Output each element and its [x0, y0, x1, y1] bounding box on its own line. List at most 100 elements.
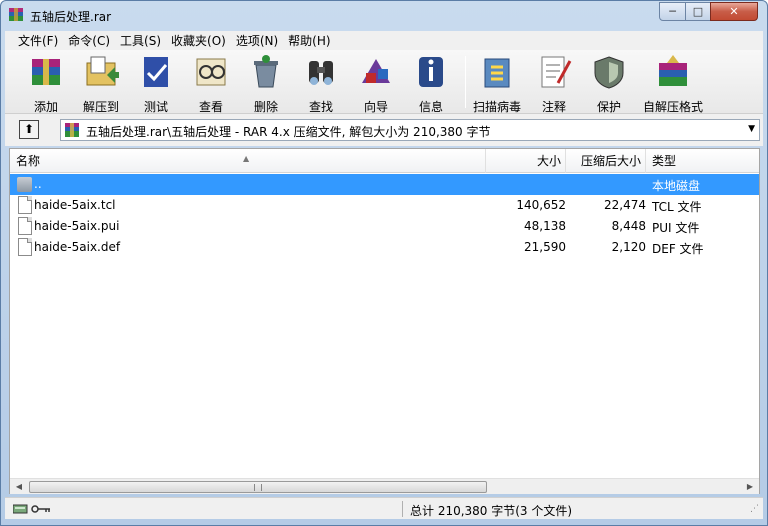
column-type[interactable]: 类型 [646, 149, 759, 173]
table-row[interactable]: haide-5aix.pui 48,138 8,448 PUI 文件 [10, 216, 759, 237]
info-label: 信息 [418, 100, 443, 114]
menu-help[interactable]: 帮助(H) [283, 32, 335, 49]
archive-icon [65, 123, 79, 137]
comment-button[interactable]: 注释 [527, 53, 581, 115]
scroll-left-button[interactable]: ◀ [11, 480, 27, 494]
row-type: 本地磁盘 [652, 179, 701, 193]
extract-to-label: 解压到 [82, 100, 119, 114]
virus-scan-button[interactable]: 扫描病毒 [470, 53, 524, 115]
virus-scan-icon [484, 58, 510, 88]
view-icon [196, 58, 226, 86]
row-name: haide-5aix.pui [34, 219, 120, 233]
column-packed-label: 压缩后大小 [580, 154, 641, 168]
scroll-right-button[interactable]: ▶ [742, 480, 758, 494]
file-icon [18, 217, 32, 235]
scroll-grip-icon [254, 484, 262, 491]
delete-button[interactable]: 删除 [239, 53, 293, 115]
menu-file[interactable]: 文件(F) [13, 32, 63, 49]
row-type: DEF 文件 [652, 242, 704, 256]
winrar-window: 五轴后处理.rar ─ □ ✕ 文件(F) 命令(C) 工具(S) 收藏夹(O)… [0, 0, 768, 526]
column-size[interactable]: 大小 [486, 149, 566, 173]
row-size: 140,652 [516, 198, 566, 212]
resize-grip-icon[interactable]: ⋰ [750, 504, 759, 514]
status-bar: 总计 210,380 字节(3 个文件) ⋰ [5, 497, 763, 519]
status-summary: 总计 210,380 字节(3 个文件) [410, 504, 573, 518]
find-icon [309, 61, 333, 85]
up-folder-button[interactable]: ⬆ [19, 120, 39, 139]
winrar-app-icon [9, 8, 23, 21]
row-name: haide-5aix.def [34, 240, 121, 254]
comment-icon [541, 56, 572, 88]
info-button[interactable]: 信息 [404, 53, 458, 115]
table-row[interactable]: haide-5aix.def 21,590 2,120 DEF 文件 [10, 237, 759, 258]
window-title: 五轴后处理.rar [30, 10, 112, 24]
view-label: 查看 [198, 100, 223, 114]
column-size-label: 大小 [536, 154, 561, 168]
file-icon [18, 196, 32, 214]
view-button[interactable]: 查看 [184, 53, 238, 115]
parent-folder-icon [17, 177, 32, 192]
info-icon [419, 57, 443, 87]
file-list[interactable]: 名称 ▲ 大小 压缩后大小 类型 .. 本地磁盘 haide-5aix.tcl … [9, 148, 760, 494]
extract-to-button[interactable]: 解压到 [74, 53, 128, 115]
row-size: 48,138 [524, 219, 566, 233]
sfx-icon [659, 55, 687, 86]
column-type-label: 类型 [652, 154, 677, 168]
wizard-icon [362, 59, 390, 83]
delete-icon [254, 55, 278, 88]
find-button[interactable]: 查找 [294, 53, 348, 115]
drive-key-icon[interactable] [13, 503, 53, 515]
wizard-label: 向导 [363, 100, 388, 114]
column-name[interactable]: 名称 ▲ [10, 149, 486, 173]
extract-to-icon [86, 56, 119, 86]
title-bar[interactable]: 五轴后处理.rar ─ □ ✕ [1, 1, 767, 31]
menu-favorites[interactable]: 收藏夹(O) [166, 32, 231, 49]
test-icon [144, 57, 168, 87]
find-label: 查找 [308, 100, 333, 114]
menu-options[interactable]: 选项(N) [231, 32, 283, 49]
protect-icon [594, 56, 624, 89]
file-icon [18, 238, 32, 256]
table-row[interactable]: haide-5aix.tcl 140,652 22,474 TCL 文件 [10, 195, 759, 216]
scroll-thumb[interactable] [29, 481, 487, 493]
toolbar: 添加 解压到 测试 查看 删除 查找 向导 信息 扫描病毒 注释 保护 自解压格… [5, 50, 763, 114]
minimize-button[interactable]: ─ [659, 2, 686, 21]
column-packed[interactable]: 压缩后大小 [566, 149, 646, 173]
horizontal-scrollbar[interactable]: ◀ ▶ [10, 478, 759, 494]
status-separator [402, 501, 403, 517]
add-button[interactable]: 添加 [19, 53, 73, 115]
table-row-parent[interactable]: .. 本地磁盘 [10, 174, 759, 195]
menu-commands[interactable]: 命令(C) [63, 32, 115, 49]
protect-label: 保护 [596, 100, 621, 114]
add-archive-icon [32, 59, 60, 85]
comment-label: 注释 [541, 100, 566, 114]
wizard-button[interactable]: 向导 [349, 53, 403, 115]
column-name-label: 名称 [16, 154, 41, 168]
row-packed: 2,120 [611, 240, 646, 254]
file-rows: .. 本地磁盘 haide-5aix.tcl 140,652 22,474 TC… [10, 174, 759, 258]
row-type: TCL 文件 [652, 200, 702, 214]
test-button[interactable]: 测试 [129, 53, 183, 115]
delete-label: 删除 [253, 100, 278, 114]
sfx-label: 自解压格式 [642, 100, 703, 114]
row-type: PUI 文件 [652, 221, 700, 235]
row-packed: 22,474 [604, 198, 646, 212]
protect-button[interactable]: 保护 [582, 53, 636, 115]
address-bar: ⬆ 五轴后处理.rar\五轴后处理 - RAR 4.x 压缩文件, 解包大小为 … [5, 114, 763, 146]
close-button[interactable]: ✕ [710, 2, 758, 21]
row-size: 21,590 [524, 240, 566, 254]
maximize-button[interactable]: □ [685, 2, 711, 21]
row-name: .. [34, 177, 42, 191]
path-combobox[interactable]: 五轴后处理.rar\五轴后处理 - RAR 4.x 压缩文件, 解包大小为 21… [60, 119, 760, 141]
test-label: 测试 [143, 100, 168, 114]
row-packed: 8,448 [611, 219, 646, 233]
column-header: 名称 ▲ 大小 压缩后大小 类型 [10, 149, 759, 173]
row-name: haide-5aix.tcl [34, 198, 116, 212]
path-text: 五轴后处理.rar\五轴后处理 - RAR 4.x 压缩文件, 解包大小为 21… [86, 125, 491, 139]
menu-tools[interactable]: 工具(S) [115, 32, 166, 49]
add-label: 添加 [33, 100, 58, 114]
chevron-down-icon[interactable]: ▼ [748, 124, 755, 134]
sfx-button[interactable]: 自解压格式 [641, 53, 705, 115]
toolbar-separator [465, 56, 466, 108]
sort-ascending-icon: ▲ [243, 154, 250, 163]
